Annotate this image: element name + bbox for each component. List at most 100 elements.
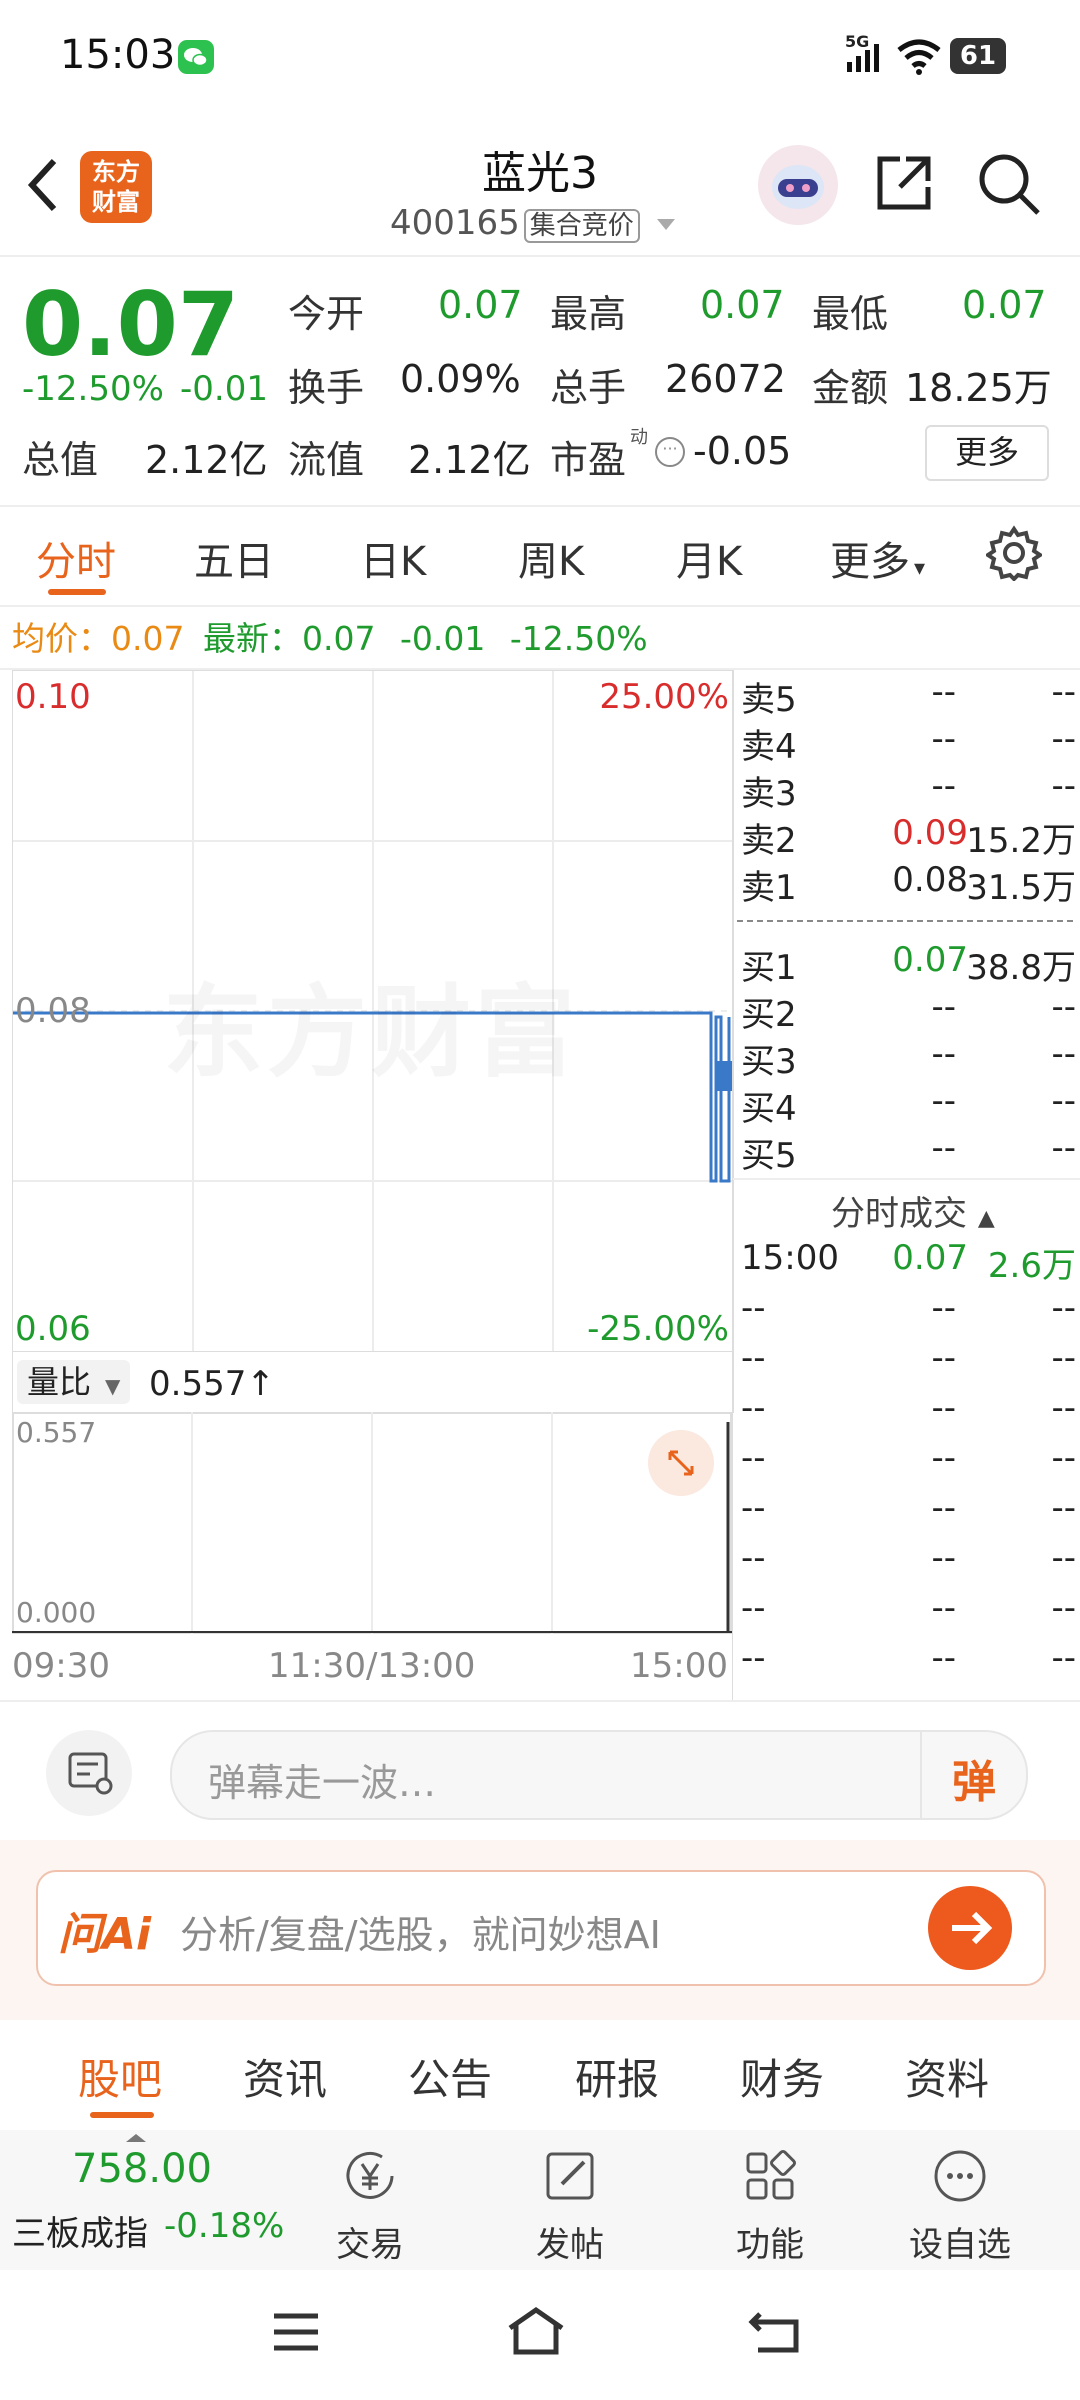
price-summary-line: 均价：0.07 最新：0.07 -0.01 -12.50% — [12, 612, 648, 660]
bid-volume: -- — [1051, 1034, 1076, 1074]
expand-icon[interactable] — [648, 1430, 714, 1496]
intraday-chart[interactable]: 东方财富 0.10 25.00% 0.08 0.06 -25.00% — [12, 670, 734, 1352]
tab-five-day[interactable]: 五日 — [194, 529, 274, 587]
orderbook-divider — [737, 920, 1073, 922]
divider — [920, 1732, 922, 1818]
trade-row: -- -- -- — [741, 1538, 1076, 1585]
dropdown-icon — [656, 219, 675, 230]
system-nav-bar — [0, 2270, 1080, 2400]
pe-label: 市盈 — [550, 438, 627, 482]
trade-time: -- — [741, 1538, 766, 1578]
settings-gear-icon[interactable] — [984, 525, 1044, 585]
share-icon[interactable] — [872, 151, 936, 219]
low-value: 0.07 — [962, 283, 1047, 327]
ask-row: 卖1 0.08 31.5万 — [741, 860, 1076, 908]
volume-chart[interactable]: 0.557 0.000 — [12, 1412, 732, 1634]
wechat-notification-icon — [178, 40, 214, 74]
bid-row: 买4 -- -- — [741, 1081, 1076, 1129]
bid-volume: 38.8万 — [966, 948, 1076, 988]
tab-daily-k[interactable]: 日K — [360, 529, 426, 587]
ratio-selector[interactable]: 量比 ▼ — [17, 1360, 131, 1404]
index-change: -0.18% — [164, 2206, 285, 2246]
caret-up-icon — [126, 2134, 146, 2142]
tab-news[interactable]: 资讯 — [243, 2046, 327, 2107]
ratio-value: 0.557↑ — [149, 1364, 275, 1404]
more-quote-button[interactable]: 更多 — [925, 425, 1049, 481]
tab-research[interactable]: 研报 — [575, 2046, 659, 2107]
trade-price: 0.07 — [892, 1238, 968, 1278]
index-name: 三板成指 — [12, 2214, 148, 2254]
ai-submit-arrow-icon[interactable] — [928, 1886, 1012, 1970]
trade-volume: -- — [1051, 1588, 1076, 1628]
index-ticker[interactable]: 758.00 三板成指 -0.18% — [0, 2130, 290, 2270]
tab-announcements[interactable]: 公告 — [408, 2046, 492, 2107]
danmu-settings-icon[interactable] — [46, 1730, 132, 1816]
tab-more[interactable]: 更多 ▾ — [830, 529, 925, 587]
ask-label: 卖3 — [741, 774, 797, 814]
y-axis-top: 0.10 — [15, 677, 91, 717]
function-button[interactable]: 功能 — [710, 2144, 830, 2266]
danmu-input[interactable]: 弹幕走一波… 弹 — [170, 1730, 1028, 1820]
trade-price: -- — [931, 1488, 956, 1528]
trade-price: -- — [931, 1588, 956, 1628]
trades-title[interactable]: 分时成交 ▲ — [831, 1186, 995, 1235]
stock-code-row[interactable]: 400165 集合竞价 — [390, 203, 675, 243]
trade-time: -- — [741, 1638, 766, 1678]
tab-monthly-k[interactable]: 月K — [676, 529, 742, 587]
vol-axis-top: 0.557 — [16, 1416, 97, 1449]
trade-volume: -- — [1051, 1488, 1076, 1528]
tab-weekly-k[interactable]: 周K — [518, 529, 584, 587]
trade-price: -- — [931, 1288, 956, 1328]
volume-ratio-header: 量比 ▼ 0.557↑ — [12, 1352, 734, 1413]
pe-value: -0.05 — [693, 429, 792, 473]
search-icon[interactable] — [976, 151, 1042, 221]
caret-down-icon: ▼ — [105, 1374, 121, 1398]
ask-row: 卖4 -- -- — [741, 719, 1076, 767]
function-label: 功能 — [736, 2225, 804, 2265]
ai-assistant-avatar[interactable] — [758, 145, 838, 225]
ask-row: 卖3 -- -- — [741, 766, 1076, 814]
add-watchlist-button[interactable]: 设自选 — [900, 2144, 1020, 2266]
chart-period-tabs: 分时 五日 日K 周K 月K 更多 ▾ — [0, 505, 1080, 607]
ask-volume: -- — [1051, 766, 1076, 806]
comment-bar: 弹幕走一波… 弹 — [0, 1700, 1080, 1842]
trade-time: -- — [741, 1588, 766, 1628]
ask-volume: -- — [1051, 719, 1076, 759]
bid-label: 买2 — [741, 995, 797, 1035]
tab-guba[interactable]: 股吧 — [78, 2046, 162, 2107]
ask-row: 卖2 0.09 15.2万 — [741, 813, 1076, 861]
trade-time: -- — [741, 1338, 766, 1378]
high-value: 0.07 — [700, 283, 785, 327]
trade-button[interactable]: 交易 — [310, 2144, 430, 2266]
home-icon[interactable] — [506, 2306, 566, 2360]
trade-row: -- -- -- — [741, 1638, 1076, 1685]
ask-volume: -- — [1051, 672, 1076, 712]
ask-price: 0.09 — [892, 813, 968, 853]
menu-icon[interactable] — [272, 2312, 320, 2356]
trade-price: -- — [931, 1388, 956, 1428]
divider — [733, 1178, 1080, 1180]
ai-query-input[interactable]: 问Ai 分析/复盘/选股，就问妙想AI — [36, 1870, 1046, 1986]
ask-price: -- — [931, 719, 956, 759]
active-tab-indicator — [48, 589, 106, 595]
change-value: -0.01 — [180, 369, 268, 409]
back-nav-icon[interactable] — [748, 2310, 800, 2358]
x-axis-end: 15:00 — [630, 1646, 728, 1686]
bid-price: -- — [931, 987, 956, 1027]
tab-profile[interactable]: 资料 — [905, 2046, 989, 2107]
info-icon[interactable]: ··· — [655, 437, 685, 467]
post-button[interactable]: 发帖 — [510, 2144, 630, 2266]
active-tab-indicator — [90, 2112, 154, 2118]
battery-icon: 61 — [950, 38, 1006, 74]
x-axis-start: 09:30 — [12, 1646, 110, 1686]
ask-volume: 31.5万 — [966, 868, 1076, 908]
tab-financials[interactable]: 财务 — [740, 2046, 824, 2107]
danmu-send-button[interactable]: 弹 — [952, 1746, 996, 1810]
bid-label: 买4 — [741, 1089, 797, 1129]
trade-time: -- — [741, 1388, 766, 1428]
tab-intraday[interactable]: 分时 — [36, 529, 116, 587]
vol-axis-bottom: 0.000 — [16, 1596, 97, 1629]
trade-row: -- -- -- — [741, 1438, 1076, 1485]
bid-volume: -- — [1051, 1081, 1076, 1121]
ask-price: 0.08 — [892, 860, 968, 900]
